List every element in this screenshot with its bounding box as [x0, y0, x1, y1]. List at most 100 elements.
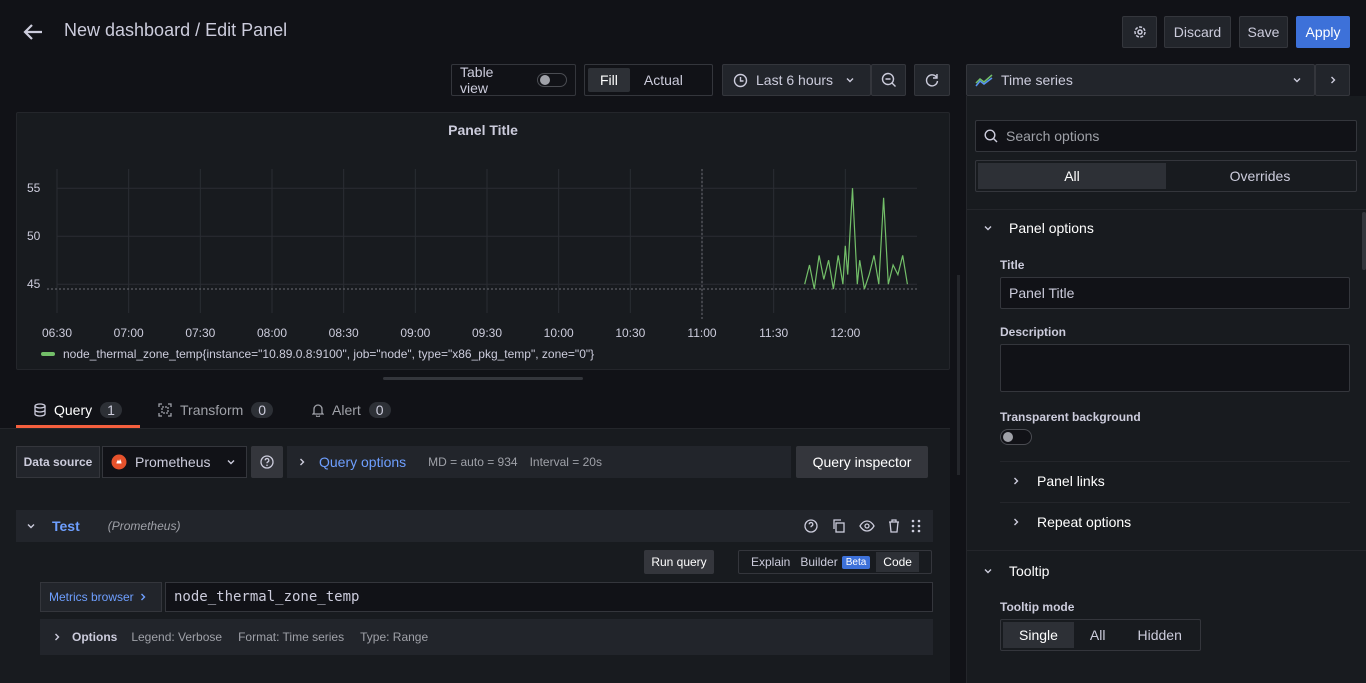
fill-option[interactable]: Fill — [588, 68, 630, 92]
chart-legend[interactable]: node_thermal_zone_temp{instance="10.89.0… — [41, 347, 594, 361]
transparent-background-switch[interactable] — [1000, 429, 1032, 445]
tooltip-hidden-option[interactable]: Hidden — [1121, 622, 1197, 648]
actual-option[interactable]: Actual — [632, 68, 695, 92]
zoom-out-button[interactable] — [871, 64, 906, 96]
options-scrollbar[interactable] — [1362, 212, 1366, 270]
x-tick-label: 10:30 — [615, 326, 645, 340]
settings-button[interactable] — [1122, 16, 1157, 48]
x-tick-label: 09:00 — [400, 326, 430, 340]
clock-icon — [733, 73, 748, 88]
copy-icon[interactable] — [832, 519, 846, 533]
y-tick-label: 55 — [27, 181, 41, 195]
trash-icon[interactable] — [888, 519, 900, 533]
panel-links-header[interactable]: Panel links — [1011, 473, 1105, 489]
x-tick-label: 07:00 — [114, 326, 144, 340]
refresh-button[interactable] — [914, 64, 950, 96]
x-tick-label: 08:00 — [257, 326, 287, 340]
transparent-background-label: Transparent background — [1000, 410, 1141, 424]
tab-query[interactable]: Query 1 — [16, 394, 140, 428]
metrics-browser-label: Metrics browser — [49, 590, 134, 604]
tab-transform-count: 0 — [251, 402, 274, 418]
search-icon — [984, 129, 998, 143]
editor-mode-toggle[interactable]: Explain Builder Beta Code — [738, 550, 932, 574]
table-view-switch[interactable] — [537, 73, 567, 87]
editor-tabs: Query 1 Transform 0 Alert 0 — [16, 394, 950, 430]
panel-resize-handle[interactable] — [383, 377, 583, 380]
query-input[interactable]: node_thermal_zone_temp — [165, 582, 933, 612]
tab-query-count: 1 — [100, 401, 122, 418]
query-inspector-button[interactable]: Query inspector — [796, 446, 928, 478]
tooltip-single-option[interactable]: Single — [1003, 622, 1074, 648]
x-tick-label: 12:00 — [830, 326, 860, 340]
time-range-picker[interactable]: Last 6 hours — [722, 64, 871, 96]
back-arrow-icon[interactable] — [22, 21, 44, 43]
interval-text: Interval = 20s — [529, 455, 602, 469]
description-textarea[interactable] — [1000, 344, 1350, 392]
chevron-down-icon — [983, 223, 993, 233]
y-tick-label: 50 — [27, 229, 41, 243]
data-source-picker[interactable]: Prometheus — [102, 446, 247, 478]
gear-icon — [1132, 24, 1148, 40]
tab-transform[interactable]: Transform 0 — [158, 394, 274, 426]
explain-toggle[interactable]: Explain — [741, 555, 800, 569]
tooltip-header[interactable]: Tooltip — [983, 563, 1049, 579]
divider — [967, 550, 1366, 551]
repeat-options-label: Repeat options — [1037, 514, 1132, 530]
code-option[interactable]: Code — [876, 552, 919, 572]
data-source-help-button[interactable] — [251, 446, 283, 478]
chevron-down-icon[interactable] — [26, 521, 36, 531]
legend-text: Legend: Verbose — [131, 630, 223, 644]
table-view-toggle[interactable]: Table view — [451, 64, 576, 96]
query-options-row[interactable]: Options Legend: Verbose Format: Time ser… — [40, 619, 933, 655]
series-line[interactable] — [804, 188, 908, 290]
query-source: (Prometheus) — [107, 519, 181, 533]
prometheus-icon — [111, 454, 127, 470]
tooltip-all-option[interactable]: All — [1074, 622, 1122, 648]
legend-label: node_thermal_zone_temp{instance="10.89.0… — [63, 347, 595, 361]
chevron-down-icon — [845, 75, 855, 85]
page-title: New dashboard / Edit Panel — [64, 20, 288, 40]
save-button[interactable]: Save — [1239, 16, 1288, 48]
discard-button[interactable]: Discard — [1164, 16, 1231, 48]
chevron-down-icon — [983, 566, 993, 576]
metrics-browser-button[interactable]: Metrics browser — [40, 582, 162, 612]
builder-option[interactable]: Builder — [800, 555, 837, 569]
tab-overrides[interactable]: Overrides — [1166, 163, 1354, 189]
drag-handle-icon[interactable] — [911, 519, 921, 533]
x-tick-label: 06:30 — [42, 326, 72, 340]
query-options-label[interactable]: Query options — [319, 454, 406, 470]
tab-alert[interactable]: Alert 0 — [312, 394, 391, 426]
x-tick-label: 09:30 — [472, 326, 502, 340]
bell-icon — [312, 403, 324, 417]
x-tick-label: 07:30 — [185, 326, 215, 340]
tab-alert-count: 0 — [368, 402, 391, 418]
fill-actual-toggle[interactable]: Fill Actual — [584, 64, 713, 96]
search-options-input[interactable]: Search options — [975, 120, 1357, 152]
query-editor-area: Data source Prometheus Query options MD … — [0, 428, 950, 683]
visualization-label: Time series — [1001, 72, 1073, 88]
apply-button[interactable]: Apply — [1296, 16, 1350, 48]
question-circle-icon[interactable] — [804, 519, 818, 533]
collapse-options-button[interactable] — [1315, 64, 1350, 96]
panel-options-label: Panel options — [1009, 220, 1094, 236]
chevron-right-icon — [1011, 517, 1021, 527]
tooltip-mode-label: Tooltip mode — [1000, 600, 1075, 614]
vertical-resize-handle[interactable] — [957, 275, 960, 475]
query-row-header[interactable]: Test (Prometheus) — [16, 510, 933, 542]
title-input[interactable]: Panel Title — [1000, 277, 1350, 309]
eye-icon[interactable] — [859, 519, 875, 533]
query-name[interactable]: Test — [52, 518, 80, 534]
time-series-icon — [975, 73, 993, 87]
tab-alert-label: Alert — [332, 402, 361, 418]
run-query-button[interactable]: Run query — [644, 550, 714, 574]
query-options-bar[interactable]: Query options MD = auto = 934 Interval =… — [287, 446, 791, 478]
repeat-options-header[interactable]: Repeat options — [1011, 514, 1131, 530]
title-label: Title — [1000, 258, 1025, 272]
transform-icon — [158, 403, 172, 417]
search-placeholder: Search options — [1006, 128, 1100, 144]
panel-options-header[interactable]: Panel options — [983, 220, 1094, 236]
x-tick-label: 08:30 — [329, 326, 359, 340]
tab-all[interactable]: All — [978, 163, 1166, 189]
visualization-picker[interactable]: Time series — [966, 64, 1315, 96]
x-tick-label: 11:30 — [759, 326, 788, 340]
